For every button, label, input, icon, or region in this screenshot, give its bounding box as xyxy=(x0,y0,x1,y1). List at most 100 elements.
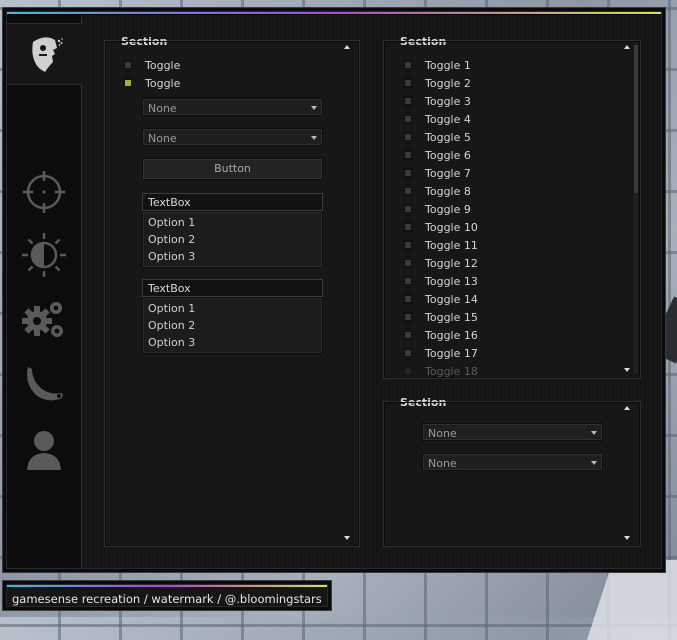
toggle-row[interactable]: Toggle xyxy=(124,76,180,90)
toggle-row[interactable]: Toggle 12 xyxy=(404,256,478,270)
toggle-label: Toggle 6 xyxy=(425,148,471,162)
dropdown[interactable]: None xyxy=(142,128,323,146)
content-area: Section Toggle Toggle None None Button T… xyxy=(82,15,661,568)
list-option[interactable]: Option 2 xyxy=(148,233,195,246)
toggle-label: Toggle 10 xyxy=(425,220,478,234)
checkbox[interactable] xyxy=(404,367,412,375)
textbox-input[interactable]: TextBox xyxy=(142,193,323,211)
visuals-contrast-icon xyxy=(22,233,66,277)
toggle-label: Toggle 1 xyxy=(425,58,471,72)
chevron-down-icon xyxy=(591,431,597,435)
checkbox-checked[interactable] xyxy=(124,79,132,87)
tab-visuals[interactable] xyxy=(7,224,81,286)
toggle-label: Toggle 2 xyxy=(425,76,471,90)
checkbox[interactable] xyxy=(404,133,412,141)
toggle-row[interactable]: Toggle 6 xyxy=(404,148,471,162)
toggle-row[interactable]: Toggle xyxy=(124,58,180,72)
checkbox[interactable] xyxy=(404,61,412,69)
checkbox[interactable] xyxy=(124,61,132,69)
tab-players[interactable] xyxy=(7,419,81,481)
list-option[interactable]: Option 1 xyxy=(148,302,195,315)
toggle-label: Toggle 7 xyxy=(425,166,471,180)
checkbox[interactable] xyxy=(404,187,412,195)
tab-legitbot[interactable] xyxy=(7,161,81,223)
dropdown-value: None xyxy=(148,132,177,145)
checkbox[interactable] xyxy=(404,151,412,159)
scroll-down-arrow[interactable] xyxy=(624,368,630,372)
toggle-row[interactable]: Toggle 4 xyxy=(404,112,471,126)
scroll-up-arrow[interactable] xyxy=(624,45,630,49)
toggle-label: Toggle 13 xyxy=(425,274,478,288)
checkbox[interactable] xyxy=(404,259,412,267)
toggle-label: Toggle 18 xyxy=(425,364,478,378)
toggle-label: Toggle 3 xyxy=(425,94,471,108)
menu-window-inner: Section Toggle Toggle None None Button T… xyxy=(6,11,662,569)
dropdown-value: None xyxy=(148,102,177,115)
toggle-row[interactable]: Toggle 9 xyxy=(404,202,471,216)
textbox-input[interactable]: TextBox xyxy=(142,279,323,297)
checkbox[interactable] xyxy=(404,169,412,177)
toggle-label: Toggle 16 xyxy=(425,328,478,342)
list-option[interactable]: Option 2 xyxy=(148,319,195,332)
toggle-label: Toggle 4 xyxy=(425,112,471,126)
tab-ragebot[interactable] xyxy=(7,23,82,85)
checkbox[interactable] xyxy=(404,313,412,321)
left-section: Section Toggle Toggle None None Button T… xyxy=(104,35,360,547)
chevron-down-icon xyxy=(311,106,317,110)
scroll-down-arrow[interactable] xyxy=(344,536,350,540)
right-bottom-section: Section None None xyxy=(383,396,641,547)
toggle-row[interactable]: Toggle 18 xyxy=(404,364,478,378)
scroll-down-arrow[interactable] xyxy=(624,536,630,540)
toggle-row[interactable]: Toggle 15 xyxy=(404,310,478,324)
section-title: Section xyxy=(400,35,447,48)
right-top-section: Section Toggle 1 Toggle 2 Toggle 3 Toggle 4… xyxy=(383,35,641,379)
tab-skins[interactable] xyxy=(7,353,81,415)
toggle-row[interactable]: Toggle 2 xyxy=(404,76,471,90)
action-button[interactable]: Button xyxy=(142,158,323,180)
checkbox[interactable] xyxy=(404,115,412,123)
list-option[interactable]: Option 3 xyxy=(148,336,195,349)
checkbox[interactable] xyxy=(404,223,412,231)
list-option[interactable]: Option 1 xyxy=(148,216,195,229)
toggle-row[interactable]: Toggle 10 xyxy=(404,220,478,234)
listbox[interactable]: Option 1 Option 2 Option 3 xyxy=(142,297,323,354)
toggle-label: Toggle 15 xyxy=(425,310,478,324)
dropdown[interactable]: None xyxy=(142,98,323,116)
toggle-row[interactable]: Toggle 16 xyxy=(404,328,478,342)
toggle-row[interactable]: Toggle 3 xyxy=(404,94,471,108)
toggle-row[interactable]: Toggle 1 xyxy=(404,58,471,72)
toggle-row[interactable]: Toggle 7 xyxy=(404,166,471,180)
checkbox[interactable] xyxy=(404,349,412,357)
toggle-row[interactable]: Toggle 8 xyxy=(404,184,471,198)
checkbox[interactable] xyxy=(404,241,412,249)
toggle-row[interactable]: Toggle 5 xyxy=(404,130,471,144)
watermark-accent-bar xyxy=(7,585,327,587)
toggle-label: Toggle 5 xyxy=(425,130,471,144)
scroll-up-arrow[interactable] xyxy=(624,406,630,410)
scroll-up-arrow[interactable] xyxy=(344,45,350,49)
toggle-label: Toggle 17 xyxy=(425,346,478,360)
toggle-row[interactable]: Toggle 13 xyxy=(404,274,478,288)
scrollbar-thumb[interactable] xyxy=(634,45,638,193)
listbox[interactable]: Option 1 Option 2 Option 3 xyxy=(142,211,323,268)
list-option[interactable]: Option 3 xyxy=(148,250,195,263)
checkbox[interactable] xyxy=(404,295,412,303)
toggle-row[interactable]: Toggle 11 xyxy=(404,238,478,252)
toggle-row[interactable]: Toggle 17 xyxy=(404,346,478,360)
toggle-label: Toggle xyxy=(145,58,181,72)
dropdown[interactable]: None xyxy=(422,423,603,441)
menu-window: Section Toggle Toggle None None Button T… xyxy=(2,7,666,573)
toggle-label: Toggle xyxy=(145,76,181,90)
checkbox[interactable] xyxy=(404,97,412,105)
crosshair-icon xyxy=(23,171,65,213)
checkbox[interactable] xyxy=(404,79,412,87)
checkbox[interactable] xyxy=(404,205,412,213)
tab-misc[interactable] xyxy=(7,289,81,351)
scrollbar[interactable] xyxy=(634,45,638,374)
gears-icon xyxy=(22,302,63,337)
toggle-row[interactable]: Toggle 14 xyxy=(404,292,478,306)
karambit-knife-icon xyxy=(27,367,63,401)
dropdown[interactable]: None xyxy=(422,453,603,471)
checkbox[interactable] xyxy=(404,277,412,285)
checkbox[interactable] xyxy=(404,331,412,339)
